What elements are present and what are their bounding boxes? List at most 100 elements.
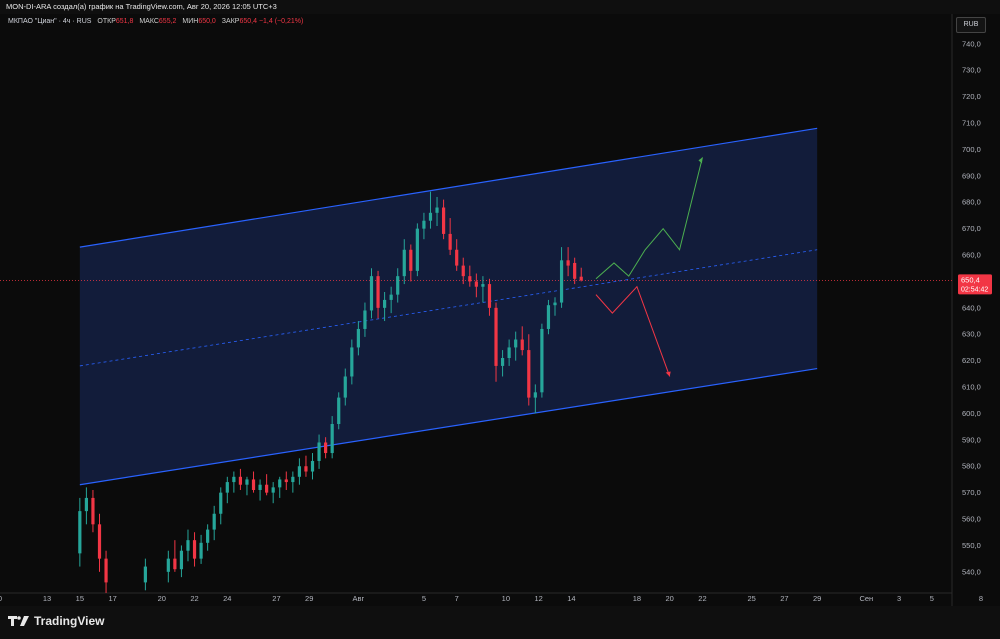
candle[interactable] <box>143 566 147 583</box>
candle[interactable] <box>468 276 472 282</box>
candle[interactable] <box>402 249 406 277</box>
candle[interactable] <box>461 265 465 277</box>
candle[interactable] <box>487 284 492 308</box>
candle[interactable] <box>409 249 413 271</box>
candle[interactable] <box>245 479 249 485</box>
candle[interactable] <box>507 347 511 358</box>
candle[interactable] <box>369 276 374 311</box>
candle[interactable] <box>455 249 459 266</box>
candle[interactable] <box>337 397 341 424</box>
currency-button[interactable]: RUB <box>956 17 986 33</box>
candle[interactable] <box>553 302 557 306</box>
x-tick-label: 27 <box>780 594 788 603</box>
candle[interactable] <box>514 339 518 348</box>
candle[interactable] <box>84 497 88 512</box>
candle[interactable] <box>271 487 275 493</box>
brand-name: TradingView <box>34 614 105 628</box>
candle[interactable] <box>265 484 269 493</box>
candle[interactable] <box>297 466 301 477</box>
y-tick-label: 620,0 <box>962 356 981 365</box>
x-tick-label: 10 <box>502 594 510 603</box>
x-tick-label: 8 <box>979 594 983 603</box>
footer-bar <box>0 606 1000 639</box>
candle[interactable] <box>310 460 315 472</box>
y-tick-label: 700,0 <box>962 145 981 154</box>
candle[interactable] <box>559 260 564 303</box>
candle[interactable] <box>573 262 577 279</box>
x-tick-label: 29 <box>813 594 821 603</box>
candle[interactable] <box>343 376 347 398</box>
candle[interactable] <box>97 524 102 559</box>
candle[interactable] <box>324 442 328 454</box>
x-tick-label: 20 <box>666 594 674 603</box>
candle[interactable] <box>173 558 177 570</box>
candle[interactable] <box>291 476 295 483</box>
candle[interactable] <box>356 328 360 348</box>
close-value: 650,4 <box>239 18 257 25</box>
candle[interactable] <box>206 529 210 543</box>
candle[interactable] <box>304 466 308 472</box>
candle[interactable] <box>199 542 203 559</box>
candle[interactable] <box>546 305 551 329</box>
candle[interactable] <box>376 276 380 308</box>
candle[interactable] <box>278 479 282 488</box>
candle[interactable] <box>415 228 419 271</box>
candle[interactable] <box>533 392 537 398</box>
candle[interactable] <box>330 424 334 454</box>
x-tick-label: Сен <box>859 594 873 603</box>
y-tick-label: 550,0 <box>962 541 981 550</box>
y-tick-label: 730,0 <box>962 66 981 75</box>
candle[interactable] <box>78 511 82 554</box>
candle[interactable] <box>579 276 583 281</box>
candle[interactable] <box>566 260 570 266</box>
candle[interactable] <box>448 233 452 250</box>
candle[interactable] <box>251 479 256 490</box>
candle[interactable] <box>422 220 426 229</box>
candle[interactable] <box>481 284 485 287</box>
candle[interactable] <box>540 328 544 393</box>
x-tick-label: 25 <box>747 594 755 603</box>
candle[interactable] <box>441 207 446 234</box>
candle[interactable] <box>500 358 505 366</box>
tradingview-logo[interactable]: TradingView <box>8 614 104 628</box>
candle[interactable] <box>258 484 262 490</box>
x-tick-label: 3 <box>897 594 901 603</box>
close-label: ЗАКР <box>221 18 240 25</box>
candle[interactable] <box>520 339 524 351</box>
candle[interactable] <box>389 294 393 300</box>
candle[interactable] <box>317 442 321 461</box>
price-chart[interactable]: 740,0 730,0 720,0 710,0 700,0 690,0 680,0 670,0… <box>0 14 1000 606</box>
candle[interactable] <box>186 540 190 551</box>
candle[interactable] <box>91 497 95 525</box>
candle[interactable] <box>179 550 184 570</box>
candle[interactable] <box>192 540 197 559</box>
candle[interactable] <box>383 299 387 308</box>
y-tick-label: 670,0 <box>962 224 981 233</box>
candle[interactable] <box>232 476 236 483</box>
open-value: 651,8 <box>115 18 134 25</box>
candle[interactable] <box>474 281 478 287</box>
symbol-name: МКПАО "Циан" · 4ч · RUS <box>8 18 92 25</box>
candle[interactable] <box>350 347 354 377</box>
candle[interactable] <box>363 310 367 329</box>
candle[interactable] <box>428 212 433 221</box>
x-tick-label: 22 <box>190 594 198 603</box>
candle[interactable] <box>225 482 229 493</box>
candle[interactable] <box>527 350 531 398</box>
y-tick-label: 680,0 <box>962 198 981 207</box>
candle[interactable] <box>396 276 400 295</box>
x-tick-label: Авг <box>353 594 365 603</box>
candle[interactable] <box>219 492 223 514</box>
price-badge-value: 650,4 <box>961 275 980 284</box>
high-label: МАКС <box>139 18 159 25</box>
candle[interactable] <box>284 479 288 483</box>
candle[interactable] <box>238 476 243 485</box>
y-tick-label: 720,0 <box>962 92 981 101</box>
candle[interactable] <box>494 307 498 366</box>
y-tick-label: 560,0 <box>962 515 981 524</box>
candle[interactable] <box>166 558 170 572</box>
candle[interactable] <box>104 558 108 583</box>
candle[interactable] <box>212 513 216 530</box>
y-tick-label: 660,0 <box>962 251 981 260</box>
candle[interactable] <box>435 207 439 213</box>
